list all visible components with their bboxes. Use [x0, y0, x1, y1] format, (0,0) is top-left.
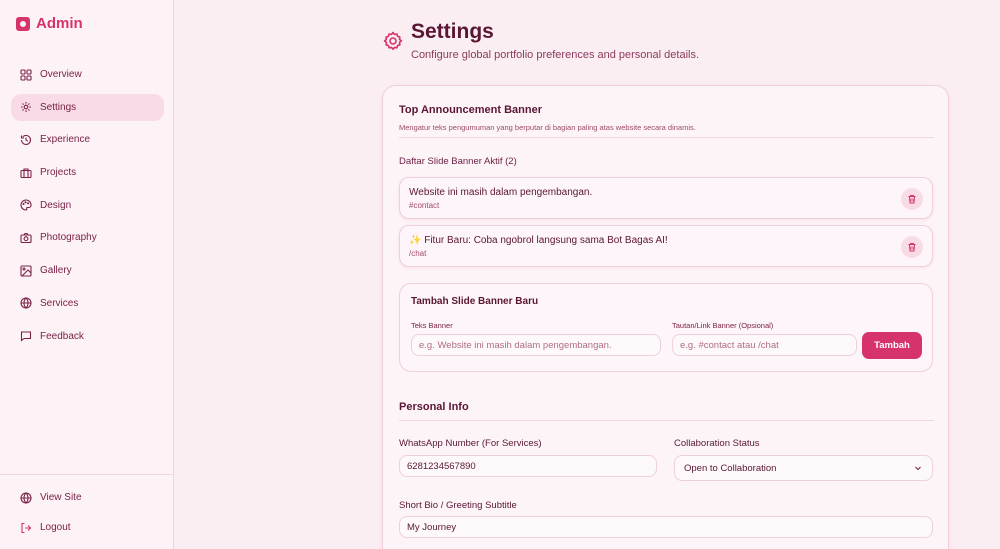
sidebar-nav: Overview Settings Experience Projects De…: [11, 61, 164, 355]
sidebar-item-label: Settings: [40, 101, 77, 113]
bio-label: Short Bio / Greeting Subtitle: [399, 500, 517, 511]
globe-icon: [20, 297, 32, 310]
logout-icon: [21, 522, 32, 533]
sidebar-item-label: Feedback: [40, 330, 84, 342]
sidebar-item-label: Services: [40, 297, 79, 309]
sidebar-item-feedback[interactable]: Feedback: [11, 323, 164, 350]
camera-icon: [20, 232, 32, 243]
sidebar-item-projects[interactable]: Projects: [11, 159, 164, 186]
briefcase-icon: [20, 168, 32, 178]
sidebar-footer: View Site Logout: [0, 474, 174, 544]
slide-text: ✨ Fitur Baru: Coba ngobrol langsung sama…: [409, 235, 668, 246]
collab-status-select[interactable]: Open to Collaboration: [674, 455, 933, 481]
logout-button[interactable]: Logout: [11, 514, 163, 541]
page-subtitle: Configure global portfolio preferences a…: [411, 49, 700, 61]
sidebar-item-photography[interactable]: Photography: [11, 224, 164, 251]
sidebar-item-gallery[interactable]: Gallery: [11, 257, 164, 284]
brand-name: Admin: [36, 15, 83, 32]
trash-icon: [908, 243, 916, 252]
sidebar-item-overview[interactable]: Overview: [11, 61, 164, 88]
slide-text: Website ini masih dalam pengembangan.: [409, 187, 593, 198]
image-icon: [20, 265, 32, 277]
gear-icon: [21, 102, 31, 113]
sidebar-item-label: Logout: [40, 522, 71, 533]
palette-icon: [20, 199, 32, 211]
delete-slide-button[interactable]: [901, 236, 923, 258]
slide-link: #contact: [409, 201, 440, 210]
banner-slide-item: ✨ Fitur Baru: Coba ngobrol langsung sama…: [399, 225, 933, 267]
collab-status-label: Collaboration Status: [674, 438, 760, 449]
brand-logo[interactable]: Admin: [16, 15, 83, 32]
sidebar-item-design[interactable]: Design: [11, 192, 164, 219]
sidebar-item-label: View Site: [40, 492, 82, 503]
add-slide-button[interactable]: Tambah: [862, 332, 922, 359]
trash-icon: [908, 195, 916, 204]
divider: [399, 137, 934, 138]
logo-icon: [16, 16, 30, 31]
delete-slide-button[interactable]: [901, 188, 923, 210]
view-site-link[interactable]: View Site: [11, 484, 163, 511]
sidebar-item-experience[interactable]: Experience: [11, 126, 164, 153]
sidebar-item-label: Design: [40, 199, 72, 211]
sidebar-item-label: Gallery: [40, 265, 72, 277]
settings-card: Top Announcement Banner Mengatur teks pe…: [382, 85, 949, 549]
chevron-down-icon: [915, 466, 921, 471]
add-slide-title: Tambah Slide Banner Baru: [411, 296, 539, 307]
bio-input[interactable]: My Journey: [399, 516, 933, 538]
sidebar-item-settings[interactable]: Settings: [11, 93, 164, 121]
whatsapp-label: WhatsApp Number (For Services): [399, 438, 542, 449]
gear-icon: [383, 31, 403, 51]
banner-slide-item: Website ini masih dalam pengembangan. #c…: [399, 177, 933, 219]
history-icon: [20, 134, 32, 145]
banner-link-input[interactable]: e.g. #contact atau /chat: [672, 334, 857, 356]
collab-status-value: Open to Collaboration: [684, 462, 777, 474]
active-slides-label: Daftar Slide Banner Aktif (2): [399, 156, 517, 167]
message-icon: [20, 331, 32, 342]
banner-link-label: Tautan/Link Banner (Opsional): [672, 321, 774, 330]
whatsapp-input[interactable]: 6281234567890: [399, 455, 657, 477]
personal-section-title: Personal Info: [399, 401, 469, 413]
globe-icon: [20, 491, 32, 504]
sidebar-item-services[interactable]: Services: [11, 290, 164, 317]
sidebar-item-label: Experience: [40, 134, 91, 146]
sidebar-item-label: Projects: [40, 167, 77, 179]
banner-text-input[interactable]: e.g. Website ini masih dalam pengembanga…: [411, 334, 661, 356]
divider: [399, 420, 934, 421]
page-title: Settings: [411, 20, 494, 43]
banner-section-desc: Mengatur teks pengumuman yang berputar d…: [399, 123, 696, 132]
sidebar-item-label: Photography: [40, 232, 97, 244]
slide-link: /chat: [409, 249, 427, 258]
grid-icon: [20, 68, 32, 81]
sidebar-item-label: Overview: [40, 69, 82, 80]
add-slide-form: Tambah Slide Banner Baru Teks Banner e.g…: [399, 283, 933, 372]
banner-text-label: Teks Banner: [411, 321, 453, 330]
sidebar: Admin Overview Settings Experience Proje…: [0, 0, 174, 549]
banner-section-title: Top Announcement Banner: [399, 104, 542, 116]
main-content: Settings Configure global portfolio pref…: [175, 0, 1000, 549]
